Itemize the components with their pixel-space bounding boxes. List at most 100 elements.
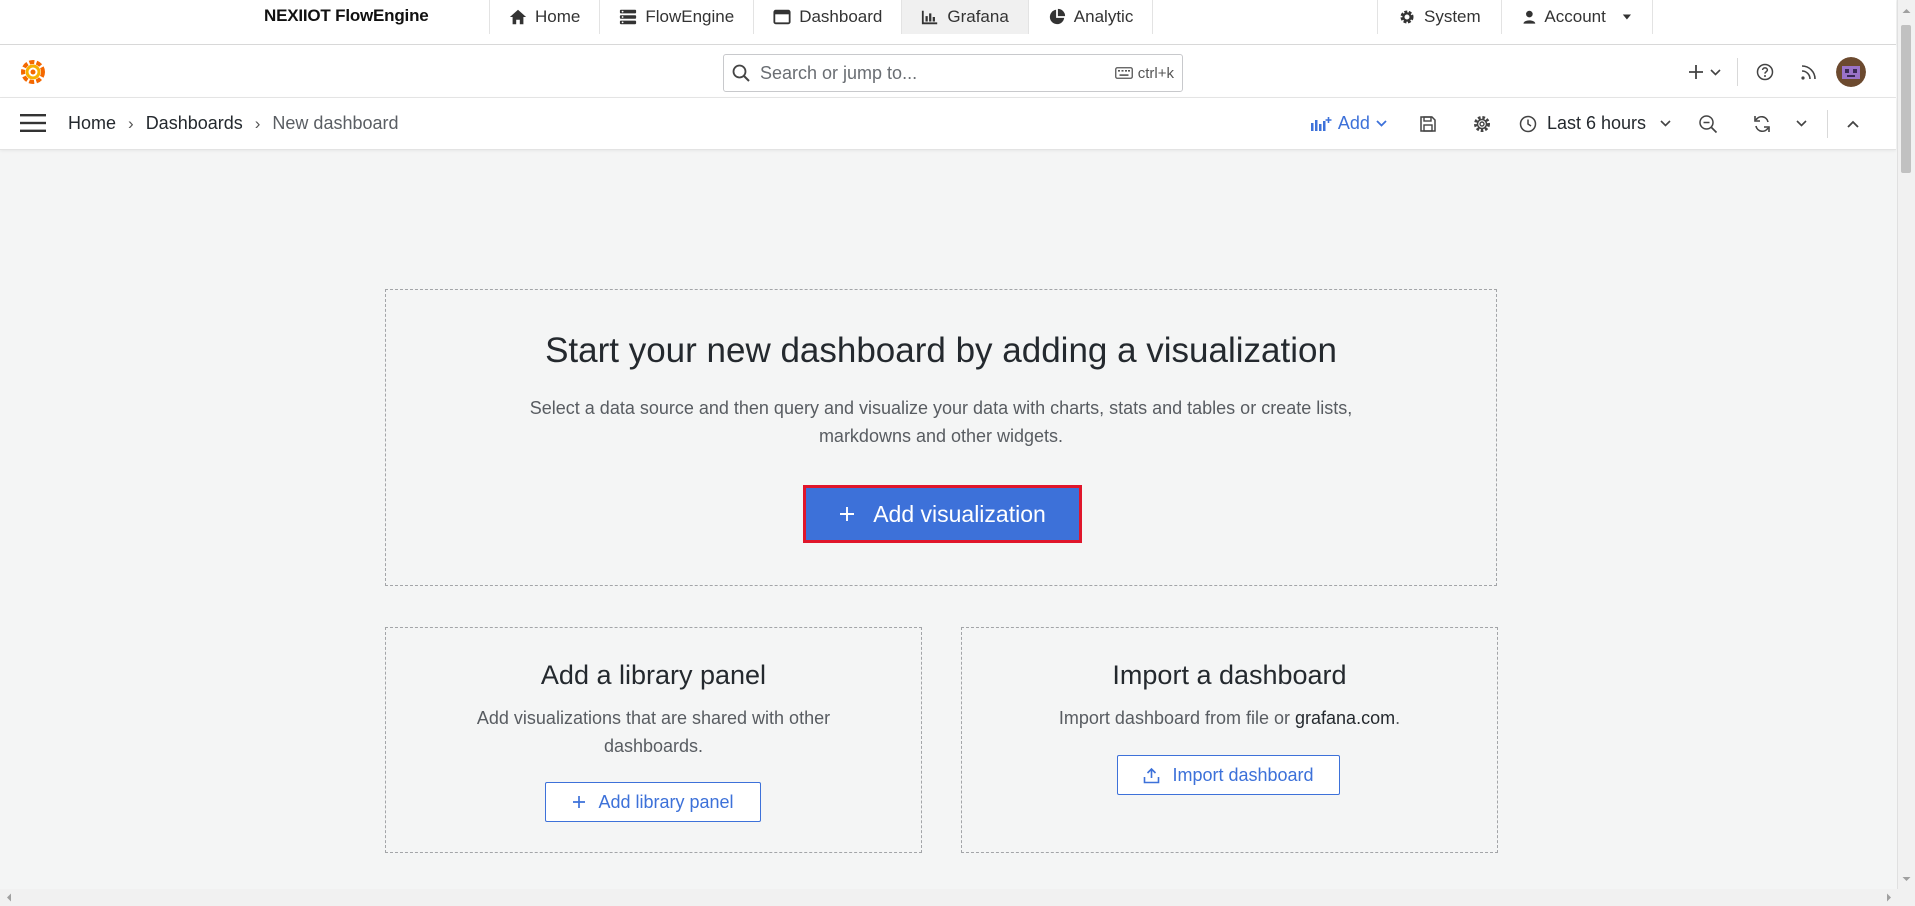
nav-item-label: FlowEngine: [645, 7, 735, 26]
refresh-icon: [1754, 115, 1770, 132]
nav-item-label: Home: [535, 7, 581, 26]
rss-icon: [1801, 65, 1816, 80]
chevron-down-icon: [1660, 120, 1671, 127]
nav-item-label: Account: [1544, 7, 1606, 26]
nav-item-system[interactable]: System: [1377, 0, 1501, 34]
nav-item-label: Analytic: [1073, 7, 1134, 26]
chevron-up-icon: [1847, 120, 1859, 128]
breadcrumb-current: New dashboard: [272, 113, 399, 133]
caret-down-icon: [1622, 14, 1631, 20]
horizontal-scrollbar[interactable]: [0, 889, 1898, 906]
time-range-label: Last 6 hours: [1546, 113, 1646, 133]
import-dashboard-title: Import a dashboard: [1112, 660, 1347, 690]
avatar: [1836, 57, 1866, 87]
user-profile-button[interactable]: [1834, 55, 1868, 89]
vertical-scrollbar[interactable]: [1897, 0, 1915, 906]
plus-icon: [840, 507, 855, 521]
nav-item-home[interactable]: Home: [489, 0, 599, 34]
breadcrumb: Home › Dashboards › New dashboard: [68, 98, 399, 149]
breadcrumb-separator: ›: [128, 113, 134, 133]
nav-item-label: Grafana: [947, 7, 1009, 26]
right-nav: System Account: [1377, 0, 1653, 44]
nav-item-analytic[interactable]: Analytic: [1027, 0, 1154, 34]
zoom-out-button[interactable]: [1691, 107, 1725, 141]
shortcut-label: ctrl+k: [1137, 64, 1174, 82]
empty-dashboard-description: Select a data source and then query and …: [529, 398, 1353, 446]
library-panel-title: Add a library panel: [540, 660, 767, 690]
add-button-label: Add: [1337, 113, 1370, 133]
help-icon: [1756, 63, 1774, 81]
home-icon: [509, 9, 527, 25]
scrollbar-thumb[interactable]: [1901, 25, 1911, 173]
grafana-logo-icon[interactable]: [18, 57, 48, 87]
import-description-text: Import dashboard from file or: [1058, 708, 1296, 728]
scroll-right-arrow-icon[interactable]: [1882, 889, 1896, 906]
import-dashboard-description: Import dashboard from file or grafana.co…: [1020, 704, 1440, 732]
clock-icon: [1519, 115, 1537, 132]
import-dashboard-button[interactable]: Import dashboard: [1117, 755, 1340, 795]
search-shortcut: ctrl+k: [1114, 64, 1174, 82]
add-visualization-card: Start your new dashboard by adding a vis…: [385, 289, 1497, 586]
chevron-down-icon: [1376, 120, 1387, 127]
hamburger-menu-icon[interactable]: [20, 112, 46, 134]
nav-item-dashboard[interactable]: Dashboard: [753, 0, 901, 34]
breadcrumb-separator: ›: [254, 113, 261, 133]
breadcrumb-home[interactable]: Home: [68, 113, 116, 134]
time-range-picker[interactable]: Last 6 hours: [1519, 113, 1671, 134]
add-button[interactable]: Add: [1310, 113, 1387, 134]
chevron-down-icon: [1709, 68, 1721, 76]
nav-item-flowengine[interactable]: FlowEngine: [599, 0, 753, 34]
dashboard-settings-button[interactable]: [1465, 107, 1499, 141]
search-placeholder: Search or jump to...: [760, 62, 918, 83]
chevron-down-icon: [1795, 120, 1807, 127]
divider: [1827, 109, 1828, 138]
grafana-topbar: Search or jump to... ctrl+k: [0, 45, 1896, 98]
scroll-up-arrow-icon[interactable]: [1898, 4, 1915, 18]
save-icon: [1420, 115, 1436, 132]
nav-item-account[interactable]: Account: [1500, 0, 1653, 34]
plus-icon: [1688, 65, 1703, 79]
toolbar-actions: Add Last 6 hours: [1310, 98, 1866, 149]
user-icon: [1523, 10, 1535, 24]
divider: [1737, 58, 1738, 86]
refresh-interval-dropdown[interactable]: [1789, 107, 1813, 141]
nav-item-grafana[interactable]: Grafana: [901, 0, 1028, 34]
breadcrumb-dashboards[interactable]: Dashboards: [146, 113, 243, 134]
scroll-down-arrow-icon[interactable]: [1898, 872, 1915, 886]
keyboard-icon: [1114, 67, 1133, 79]
search-input[interactable]: Search or jump to... ctrl+k: [723, 54, 1183, 92]
import-dashboard-label: Import dashboard: [1172, 764, 1314, 785]
window-icon: [773, 9, 791, 25]
search-icon: [732, 64, 750, 82]
pie-chart-icon: [1049, 8, 1065, 25]
dashboard-toolbar: Home › Dashboards › New dashboard Add La…: [0, 98, 1896, 150]
plus-icon: [573, 796, 586, 808]
nav-item-label: System: [1424, 7, 1481, 26]
scroll-left-arrow-icon[interactable]: [2, 889, 16, 906]
grafana-com-link[interactable]: grafana.com: [1295, 708, 1395, 728]
collapse-toolbar-button[interactable]: [1840, 107, 1866, 141]
new-button[interactable]: [1681, 55, 1727, 89]
empty-dashboard-title: Start your new dashboard by adding a vis…: [545, 331, 1337, 370]
zoom-out-icon: [1699, 114, 1718, 133]
add-library-panel-button[interactable]: Add library panel: [545, 782, 761, 822]
app-brand: NEXIIOT FlowEngine: [264, 6, 429, 25]
add-panel-icon: [1310, 116, 1332, 131]
import-description-suffix: .: [1395, 708, 1401, 728]
add-library-panel-label: Add library panel: [598, 791, 734, 812]
help-button[interactable]: [1748, 55, 1782, 89]
add-visualization-label: Add visualization: [873, 500, 1046, 527]
nav-item-label: Dashboard: [799, 7, 883, 26]
server-icon: [620, 9, 637, 25]
save-dashboard-button[interactable]: [1411, 107, 1445, 141]
cog-icon: [1473, 115, 1490, 132]
topbar-actions: [1681, 55, 1868, 89]
library-panel-description: Add visualizations that are shared with …: [476, 708, 831, 756]
app-navbar: NEXIIOT FlowEngine Home FlowEngine Dashb…: [0, 0, 1896, 45]
import-dashboard-card: Import a dashboard Import dashboard from…: [961, 627, 1498, 853]
upload-icon: [1144, 767, 1160, 783]
add-visualization-button[interactable]: Add visualization: [803, 485, 1082, 543]
refresh-button[interactable]: [1745, 107, 1779, 141]
news-button[interactable]: [1792, 55, 1826, 89]
gear-icon: [1400, 10, 1414, 24]
